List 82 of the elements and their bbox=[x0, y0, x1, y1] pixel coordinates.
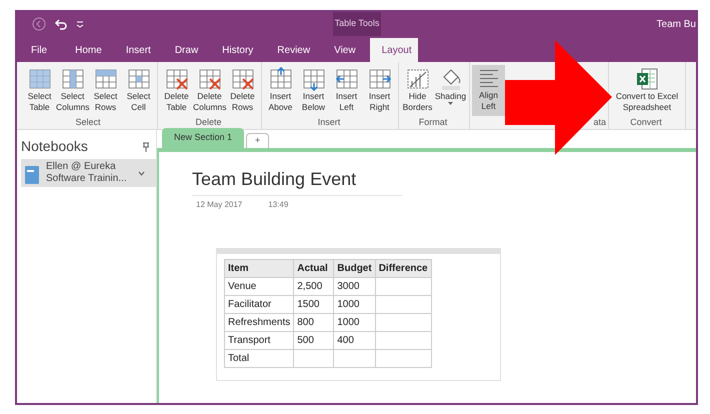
section-tab[interactable]: New Section 1 bbox=[162, 128, 244, 148]
table-icon bbox=[368, 67, 392, 91]
ribbon-tab[interactable]: Insert bbox=[114, 38, 163, 62]
table-icon bbox=[302, 67, 326, 91]
table-cell: 3000 bbox=[334, 278, 376, 296]
ribbon-tab[interactable]: Draw bbox=[162, 38, 210, 62]
group-label: Select bbox=[74, 116, 102, 129]
page-date: 12 May 2017 bbox=[196, 199, 242, 211]
group-label: Format bbox=[418, 116, 448, 129]
table-cell bbox=[375, 332, 432, 350]
table-cell: 800 bbox=[294, 314, 334, 332]
page-title: Team Building Event bbox=[192, 166, 402, 196]
table-icon bbox=[28, 67, 52, 91]
notebook-item[interactable]: Ellen @ Eureka Software Trainin... bbox=[21, 159, 156, 187]
column-header: Budget bbox=[334, 260, 376, 278]
ribbon-tab[interactable]: Home bbox=[63, 38, 114, 62]
table-cell: Venue bbox=[224, 278, 294, 296]
table-cell: Total bbox=[224, 350, 294, 368]
table-cell: 400 bbox=[334, 332, 376, 350]
ribbon-button[interactable]: Delete Table bbox=[160, 65, 193, 116]
pin-icon[interactable] bbox=[142, 142, 150, 152]
undo-icon[interactable] bbox=[54, 17, 68, 31]
ribbon-button[interactable]: Select Rows bbox=[89, 65, 122, 116]
table-cell: 500 bbox=[294, 332, 334, 350]
ribbon-button[interactable]: Select Table bbox=[23, 65, 56, 116]
notebook-icon bbox=[24, 165, 40, 185]
group-label: Convert bbox=[629, 116, 663, 129]
table-cell: Refreshments bbox=[224, 314, 294, 332]
table-icon bbox=[94, 67, 118, 91]
table-icon bbox=[268, 67, 292, 91]
ribbon-tab[interactable]: History bbox=[210, 38, 266, 62]
borders-icon bbox=[406, 67, 430, 91]
ribbon-tab[interactable]: Layout bbox=[370, 38, 418, 62]
table-cell bbox=[294, 350, 334, 368]
table-icon bbox=[334, 67, 358, 91]
table-cell bbox=[375, 278, 432, 296]
table-cell: Transport bbox=[224, 332, 294, 350]
table-cell bbox=[334, 350, 376, 368]
ribbon-tab[interactable]: Review bbox=[265, 38, 322, 62]
table-icon bbox=[60, 67, 84, 91]
table-icon bbox=[164, 67, 188, 91]
contextual-tab-label: Table Tools bbox=[333, 12, 381, 36]
group-label: Insert bbox=[316, 116, 342, 129]
ribbon-button[interactable]: Insert Below bbox=[297, 65, 330, 116]
align-left-icon bbox=[480, 70, 498, 87]
column-header: Difference bbox=[375, 260, 432, 278]
ribbon-button[interactable]: Shading bbox=[434, 65, 467, 116]
table-cell: 1500 bbox=[294, 296, 334, 314]
section-tab[interactable]: + bbox=[246, 133, 270, 148]
table-cell bbox=[375, 314, 432, 332]
ribbon-button[interactable]: Select Columns bbox=[56, 65, 89, 116]
table-cell: Facilitator bbox=[224, 296, 294, 314]
table-icon bbox=[230, 67, 254, 91]
ribbon-button[interactable]: Convert to Excel Spreadsheet bbox=[611, 65, 683, 116]
table-cell: 1000 bbox=[334, 296, 376, 314]
ribbon-tab[interactable]: File bbox=[23, 38, 56, 62]
ribbon-button[interactable]: Delete Rows bbox=[226, 65, 259, 116]
sidebar-title: Notebooks bbox=[21, 137, 88, 156]
table-cell bbox=[375, 350, 432, 368]
ribbon-button[interactable]: Insert Above bbox=[264, 65, 297, 116]
column-header: Item bbox=[224, 260, 294, 278]
ribbon-button[interactable]: Delete Columns bbox=[193, 65, 226, 116]
table-cell bbox=[375, 296, 432, 314]
group-label: ata bbox=[593, 116, 607, 129]
page-time: 13:49 bbox=[268, 199, 288, 211]
table-icon bbox=[198, 67, 222, 91]
column-header: Actual bbox=[294, 260, 334, 278]
ribbon-button[interactable]: Align Left bbox=[472, 65, 505, 116]
table-cell: 2,500 bbox=[294, 278, 334, 296]
ribbon-button[interactable]: Select Cell bbox=[122, 65, 155, 116]
chevron-down-icon bbox=[138, 171, 145, 176]
customize-icon[interactable] bbox=[76, 20, 84, 28]
table-icon bbox=[126, 67, 150, 91]
group-label: Delete bbox=[194, 116, 222, 129]
back-icon[interactable] bbox=[32, 17, 46, 31]
ribbon-button[interactable]: Insert Right bbox=[363, 65, 396, 116]
ribbon-button[interactable]: Hide Borders bbox=[401, 65, 434, 116]
window-title: Team Bu bbox=[656, 18, 696, 32]
table-cell: 1000 bbox=[334, 314, 376, 332]
ribbon-button[interactable]: Insert Left bbox=[330, 65, 363, 116]
ribbon-tab[interactable]: View bbox=[322, 38, 368, 62]
spreadsheet-icon bbox=[635, 67, 659, 91]
